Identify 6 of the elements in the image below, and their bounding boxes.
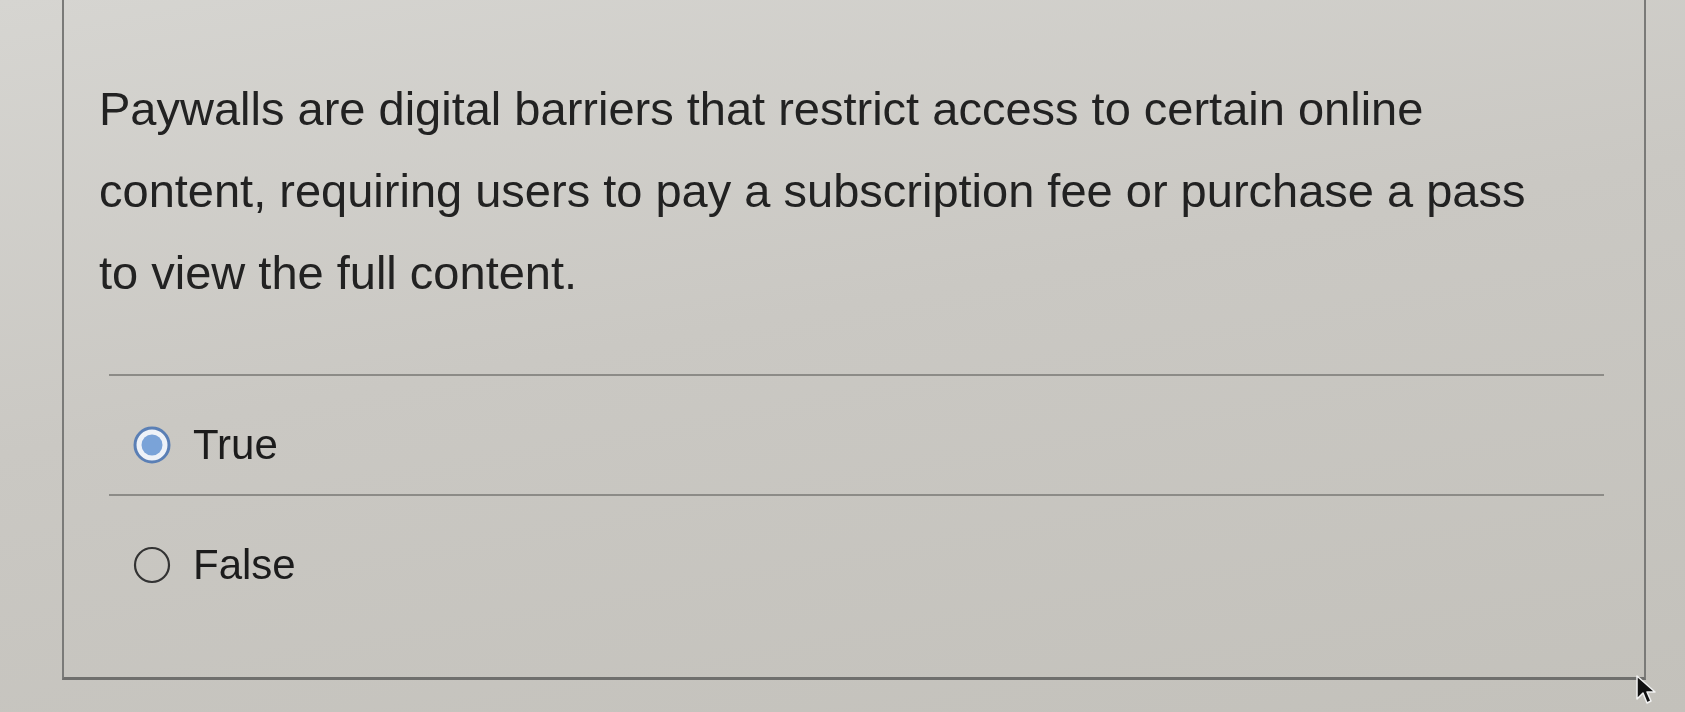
- radio-button[interactable]: [133, 426, 171, 464]
- mouse-pointer-icon: [1636, 675, 1658, 705]
- option-label[interactable]: False: [193, 541, 296, 589]
- question-text: Paywalls are digital barriers that restrict access to certain online content, requiring users to pay a subscription fee or purchase a pass to view the full content.: [99, 81, 1527, 301]
- option-label[interactable]: True: [193, 421, 278, 469]
- radio-button[interactable]: [133, 546, 171, 584]
